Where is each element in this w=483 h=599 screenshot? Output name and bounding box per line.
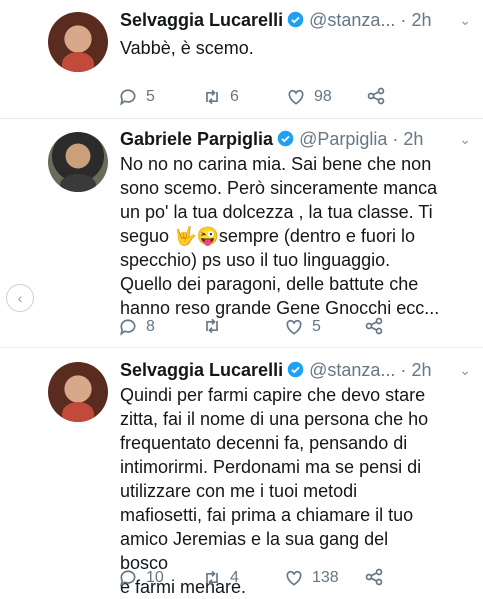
share-button[interactable] bbox=[366, 86, 386, 106]
reply-icon bbox=[120, 570, 136, 587]
heart-icon bbox=[288, 89, 304, 105]
reply-count: 10 bbox=[146, 569, 164, 586]
reply-button[interactable]: 10 bbox=[118, 567, 164, 589]
author-handle[interactable]: @Parpiglia bbox=[299, 129, 387, 149]
divider bbox=[0, 118, 483, 119]
like-count: 98 bbox=[314, 88, 332, 105]
like-count: 5 bbox=[312, 318, 321, 335]
tweet-header: Selvaggia Lucarelli @stanza... · 2h ⌄ bbox=[120, 358, 471, 382]
reply-button[interactable]: 8 bbox=[118, 316, 155, 338]
retweet-icon bbox=[206, 570, 218, 586]
chevron-down-icon[interactable]: ⌄ bbox=[459, 8, 471, 32]
share-icon bbox=[365, 568, 383, 586]
timestamp[interactable]: 2h bbox=[403, 129, 423, 149]
tweet-header: Selvaggia Lucarelli @stanza... · 2h ⌄ bbox=[120, 8, 471, 32]
chevron-down-icon[interactable]: ⌄ bbox=[459, 127, 471, 151]
tweet-header: Gabriele Parpiglia @Parpiglia · 2h ⌄ bbox=[120, 127, 471, 151]
retweet-button[interactable]: 4 bbox=[202, 567, 239, 589]
like-button[interactable]: 5 bbox=[284, 316, 321, 338]
retweet-button[interactable] bbox=[202, 316, 230, 336]
like-button[interactable]: 98 bbox=[286, 86, 332, 108]
heart-icon bbox=[286, 570, 302, 586]
author-name[interactable]: Selvaggia Lucarelli bbox=[120, 360, 283, 380]
author-name[interactable]: Gabriele Parpiglia bbox=[120, 129, 273, 149]
retweet-count: 6 bbox=[230, 88, 239, 105]
tweet-actions: 5 6 98 bbox=[118, 86, 398, 108]
share-icon bbox=[367, 87, 385, 105]
avatar[interactable] bbox=[48, 12, 108, 72]
chevron-left-icon: ‹ bbox=[17, 290, 23, 306]
previous-arrow-button[interactable]: ‹ bbox=[6, 284, 34, 312]
author-handle[interactable]: @stanza... bbox=[309, 360, 395, 380]
like-count: 138 bbox=[312, 569, 339, 586]
reply-count: 8 bbox=[146, 318, 155, 335]
timestamp[interactable]: 2h bbox=[411, 10, 431, 30]
tweet-text: No no no carina mia. Sai bene che non so… bbox=[120, 154, 440, 318]
retweet-count: 4 bbox=[230, 569, 239, 586]
tweet-actions: 8 5 bbox=[118, 316, 398, 338]
avatar[interactable] bbox=[48, 362, 108, 422]
share-icon bbox=[365, 317, 383, 335]
verified-badge-icon bbox=[287, 11, 304, 28]
reply-icon bbox=[120, 89, 136, 106]
retweet-icon bbox=[206, 318, 218, 334]
reply-count: 5 bbox=[146, 88, 155, 105]
separator-dot: · bbox=[400, 360, 407, 380]
like-button[interactable]: 138 bbox=[284, 567, 339, 589]
retweet-button[interactable]: 6 bbox=[202, 86, 239, 108]
retweet-icon bbox=[206, 89, 218, 105]
share-button[interactable] bbox=[364, 567, 384, 587]
tweet-actions: 10 4 138 bbox=[118, 567, 398, 589]
share-button[interactable] bbox=[364, 316, 384, 336]
avatar[interactable] bbox=[48, 132, 108, 192]
tweet-text: Vabbè, è scemo. bbox=[120, 38, 254, 58]
reply-icon bbox=[120, 319, 136, 336]
separator-dot: · bbox=[400, 10, 407, 30]
reply-button[interactable]: 5 bbox=[118, 86, 155, 108]
heart-icon bbox=[286, 319, 302, 335]
verified-badge-icon bbox=[287, 361, 304, 378]
author-name[interactable]: Selvaggia Lucarelli bbox=[120, 10, 283, 30]
divider bbox=[0, 347, 483, 348]
separator-dot: · bbox=[392, 129, 399, 149]
verified-badge-icon bbox=[277, 130, 294, 147]
timestamp[interactable]: 2h bbox=[411, 360, 431, 380]
chevron-down-icon[interactable]: ⌄ bbox=[459, 358, 471, 382]
author-handle[interactable]: @stanza... bbox=[309, 10, 395, 30]
